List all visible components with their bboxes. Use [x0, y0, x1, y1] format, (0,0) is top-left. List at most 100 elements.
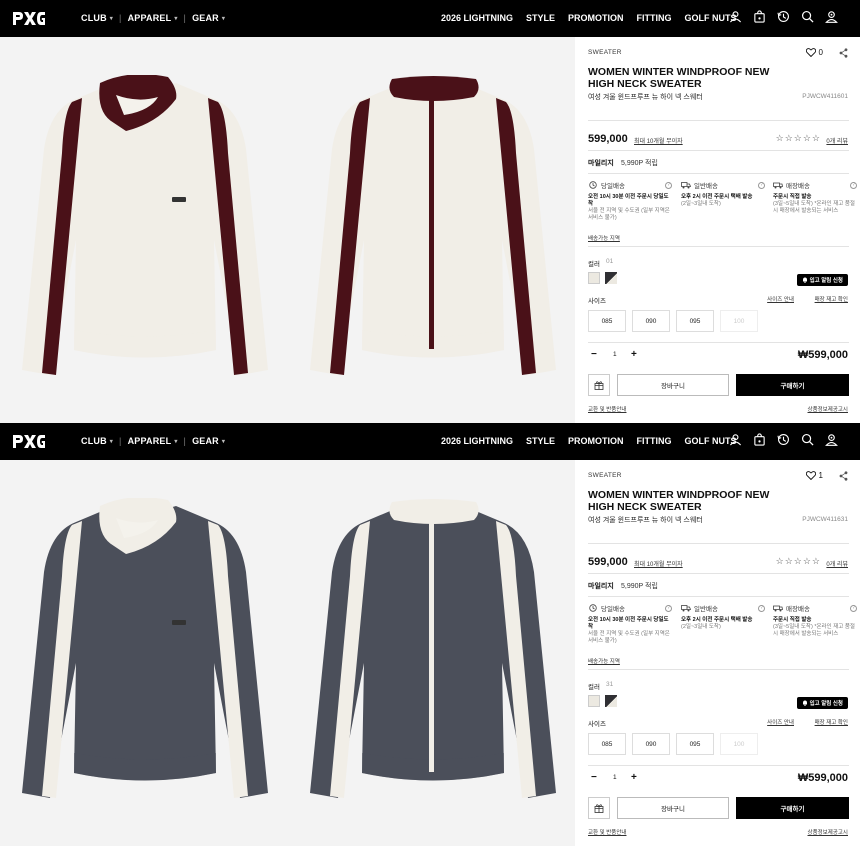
- wishlist-button[interactable]: 0: [805, 48, 823, 57]
- user-icon[interactable]: [729, 433, 742, 446]
- quantity-increase-button[interactable]: +: [631, 772, 637, 783]
- divider: [588, 669, 849, 670]
- product-category[interactable]: SWEATER: [588, 472, 622, 479]
- member-icon[interactable]: [825, 10, 838, 23]
- product-notice-link[interactable]: 상품정보제공고시: [808, 405, 848, 413]
- shipping-option-same-day: 당일배송? 오전 10시 30분 이전 주문시 당일도착 서울 전 지역 및 수…: [588, 180, 672, 222]
- color-swatch-light[interactable]: [588, 695, 600, 707]
- shipping-area-link[interactable]: 배송가능 지역: [588, 234, 620, 242]
- restock-alert-button[interactable]: 입고 알림 신청: [796, 697, 848, 709]
- sweater-front-image[interactable]: [18, 75, 272, 393]
- review-count-link[interactable]: 0개 리뷰: [826, 559, 848, 568]
- size-option-085[interactable]: 085: [588, 310, 626, 332]
- help-icon[interactable]: ?: [665, 604, 672, 612]
- bag-icon[interactable]: [753, 433, 766, 446]
- rating-stars: ☆☆☆☆☆: [775, 133, 821, 143]
- size-guide-link[interactable]: 사이즈 안내: [767, 718, 794, 726]
- quantity-decrease-button[interactable]: −: [591, 349, 597, 360]
- store-stock-link[interactable]: 매장 재고 확인: [815, 295, 848, 303]
- history-icon[interactable]: [777, 433, 790, 446]
- color-swatch-light[interactable]: [588, 272, 600, 284]
- help-icon[interactable]: ?: [850, 604, 857, 612]
- header-icons: [729, 10, 838, 23]
- quantity-decrease-button[interactable]: −: [591, 772, 597, 783]
- bell-icon: [802, 277, 807, 283]
- divider: [588, 765, 849, 766]
- shipping-option-same-day: 당일배송? 오전 10시 30분 이전 주문시 당일도착 서울 전 지역 및 수…: [588, 603, 672, 645]
- bag-icon[interactable]: [753, 10, 766, 23]
- share-icon[interactable]: [839, 471, 848, 481]
- sweater-back-image[interactable]: [306, 498, 560, 816]
- restock-alert-button[interactable]: 입고 알림 신청: [796, 274, 848, 286]
- size-option-100[interactable]: 100: [720, 310, 758, 332]
- quantity-value[interactable]: 1: [613, 774, 617, 781]
- help-icon[interactable]: ?: [758, 181, 765, 189]
- nav-divider: |: [119, 436, 122, 446]
- history-icon[interactable]: [777, 10, 790, 23]
- nav-apparel[interactable]: APPAREL ▾: [128, 13, 178, 23]
- nav-2026-lightning[interactable]: 2026 LIGHTNING: [441, 13, 513, 23]
- help-icon[interactable]: ?: [665, 181, 672, 189]
- product-category[interactable]: SWEATER: [588, 49, 622, 56]
- user-icon[interactable]: [729, 10, 742, 23]
- nav-apparel[interactable]: APPAREL ▾: [128, 436, 178, 446]
- review-count-link[interactable]: 0개 리뷰: [826, 136, 848, 145]
- nav-fitting[interactable]: FITTING: [637, 436, 672, 446]
- add-to-cart-button[interactable]: 장바구니: [617, 374, 729, 396]
- color-swatch-dark[interactable]: [605, 695, 617, 707]
- shipping-area-link[interactable]: 배송가능 지역: [588, 657, 620, 665]
- divider: [588, 596, 849, 597]
- exchange-return-link[interactable]: 교환 및 반품안내: [588, 828, 626, 836]
- search-icon[interactable]: [801, 10, 814, 23]
- nav-style[interactable]: STYLE: [526, 13, 555, 23]
- sweater-back-image[interactable]: [306, 75, 560, 393]
- product-notice-link[interactable]: 상품정보제공고시: [808, 828, 848, 836]
- size-option-085[interactable]: 085: [588, 733, 626, 755]
- size-guide-link[interactable]: 사이즈 안내: [767, 295, 794, 303]
- shipping-option-standard: 일반배송? 오후 2시 이전 주문시 택배 발송 (2일~3일내 도착): [681, 180, 765, 208]
- exchange-return-link[interactable]: 교환 및 반품안내: [588, 405, 626, 413]
- color-swatch-dark[interactable]: [605, 272, 617, 284]
- nav-2026-lightning[interactable]: 2026 LIGHTNING: [441, 436, 513, 446]
- help-icon[interactable]: ?: [758, 604, 765, 612]
- color-code: 01: [606, 258, 614, 265]
- help-icon[interactable]: ?: [850, 181, 857, 189]
- installment-link[interactable]: 최대 10개월 무이자: [634, 559, 683, 568]
- pxg-logo[interactable]: [12, 432, 46, 450]
- add-to-cart-button[interactable]: 장바구니: [617, 797, 729, 819]
- nav-style[interactable]: STYLE: [526, 436, 555, 446]
- nav-gear[interactable]: GEAR ▾: [192, 13, 225, 23]
- share-icon[interactable]: [839, 48, 848, 58]
- nav-club[interactable]: CLUB ▾: [81, 13, 113, 23]
- store-truck-icon: [773, 605, 783, 612]
- pxg-logo[interactable]: [12, 9, 46, 27]
- nav-club[interactable]: CLUB ▾: [81, 436, 113, 446]
- divider: [588, 150, 849, 151]
- nav-promotion[interactable]: PROMOTION: [568, 13, 624, 23]
- sweater-front-image[interactable]: [18, 498, 272, 816]
- wishlist-count: 1: [818, 471, 823, 480]
- nav-gear[interactable]: GEAR ▾: [192, 436, 225, 446]
- wishlist-count: 0: [818, 48, 823, 57]
- buy-now-button[interactable]: 구매하기: [736, 374, 849, 396]
- gift-button[interactable]: [588, 797, 610, 819]
- store-stock-link[interactable]: 매장 재고 확인: [815, 718, 848, 726]
- quantity-increase-button[interactable]: +: [631, 349, 637, 360]
- nav-promotion[interactable]: PROMOTION: [568, 436, 624, 446]
- member-icon[interactable]: [825, 433, 838, 446]
- size-option-100[interactable]: 100: [720, 733, 758, 755]
- divider: [588, 246, 849, 247]
- installment-link[interactable]: 최대 10개월 무이자: [634, 136, 683, 145]
- size-label: 사이즈: [588, 298, 606, 305]
- size-option-090[interactable]: 090: [632, 733, 670, 755]
- gift-button[interactable]: [588, 374, 610, 396]
- wishlist-button[interactable]: 1: [805, 471, 823, 480]
- quantity-value[interactable]: 1: [613, 351, 617, 358]
- product-subtitle: 여성 겨울 윈드프루프 뉴 하이 넥 스웨터: [588, 94, 703, 101]
- size-option-090[interactable]: 090: [632, 310, 670, 332]
- buy-now-button[interactable]: 구매하기: [736, 797, 849, 819]
- size-option-095[interactable]: 095: [676, 733, 714, 755]
- nav-fitting[interactable]: FITTING: [637, 13, 672, 23]
- search-icon[interactable]: [801, 433, 814, 446]
- size-option-095[interactable]: 095: [676, 310, 714, 332]
